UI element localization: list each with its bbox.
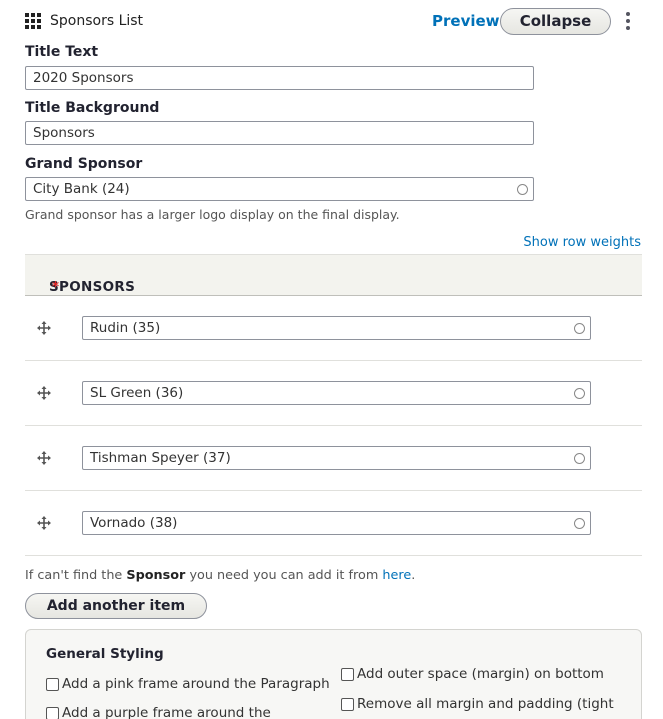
sponsor-input[interactable]: SL Green (36) — [82, 381, 591, 405]
pink-frame-checkbox[interactable] — [46, 678, 59, 691]
remove-margin-option[interactable]: Remove all margin and padding (tight — [341, 696, 614, 712]
autocomplete-throbber-icon — [574, 388, 585, 399]
pink-frame-label: Add a pink frame around the Paragraph — [62, 676, 330, 692]
sponsor-value: Vornado (38) — [90, 515, 178, 531]
drag-handle-icon[interactable] — [37, 386, 51, 400]
grid-icon — [25, 13, 41, 29]
pink-frame-option[interactable]: Add a pink frame around the Paragraph — [46, 676, 330, 692]
sponsor-input[interactable]: Tishman Speyer (37) — [82, 446, 591, 470]
title-text-input[interactable]: 2020 Sponsors — [25, 66, 534, 90]
sponsors-table-header: SPONSORS * — [25, 254, 642, 296]
grand-sponsor-description: Grand sponsor has a larger logo display … — [25, 207, 400, 222]
grand-sponsor-label: Grand Sponsor — [25, 156, 143, 172]
add-another-item-button[interactable]: Add another item — [25, 593, 207, 619]
collapse-button[interactable]: Collapse — [500, 8, 611, 35]
table-row: Vornado (38) — [25, 491, 642, 556]
outer-space-label: Add outer space (margin) on bottom — [357, 666, 604, 682]
general-styling-panel: General Styling Add a pink frame around … — [25, 629, 642, 719]
grand-sponsor-value: City Bank (24) — [33, 181, 130, 197]
drag-handle-icon[interactable] — [37, 321, 51, 335]
table-row: Tishman Speyer (37) — [25, 426, 642, 491]
sponsor-value: SL Green (36) — [90, 385, 184, 401]
autocomplete-throbber-icon — [574, 453, 585, 464]
autocomplete-throbber-icon — [574, 518, 585, 529]
purple-frame-label: Add a purple frame around the — [62, 705, 271, 719]
title-text-label: Title Text — [25, 44, 99, 60]
sponsor-value: Tishman Speyer (37) — [90, 450, 231, 466]
outer-space-option[interactable]: Add outer space (margin) on bottom — [341, 666, 604, 682]
general-styling-title: General Styling — [46, 646, 164, 662]
table-row: SL Green (36) — [25, 361, 642, 426]
title-background-input[interactable]: Sponsors — [25, 121, 534, 145]
drag-handle-icon[interactable] — [37, 516, 51, 530]
sponsor-value: Rudin (35) — [90, 320, 161, 336]
preview-link[interactable]: Preview — [432, 12, 500, 30]
remove-margin-label: Remove all margin and padding (tight — [357, 696, 614, 712]
sponsor-input[interactable]: Vornado (38) — [82, 511, 591, 535]
outer-space-checkbox[interactable] — [341, 668, 354, 681]
paragraph-type-title: Sponsors List — [50, 13, 144, 29]
purple-frame-option[interactable]: Add a purple frame around the — [46, 705, 271, 719]
add-sponsor-link[interactable]: here — [382, 568, 411, 583]
grand-sponsor-input[interactable]: City Bank (24) — [25, 177, 534, 201]
table-row: Rudin (35) — [25, 296, 642, 361]
required-marker: * — [52, 279, 60, 295]
remove-margin-checkbox[interactable] — [341, 698, 354, 711]
title-background-label: Title Background — [25, 100, 160, 116]
autocomplete-throbber-icon — [574, 323, 585, 334]
kebab-menu-icon[interactable] — [626, 12, 632, 32]
drag-handle-icon[interactable] — [37, 451, 51, 465]
autocomplete-throbber-icon — [517, 184, 528, 195]
purple-frame-checkbox[interactable] — [46, 707, 59, 719]
help-bold-sponsor: Sponsor — [126, 568, 186, 583]
sponsor-input[interactable]: Rudin (35) — [82, 316, 591, 340]
sponsor-help-text: If can't find the Sponsor you need you c… — [25, 568, 416, 583]
paragraph-header: Sponsors List Preview Collapse — [0, 0, 663, 42]
show-row-weights-link[interactable]: Show row weights — [523, 235, 641, 250]
